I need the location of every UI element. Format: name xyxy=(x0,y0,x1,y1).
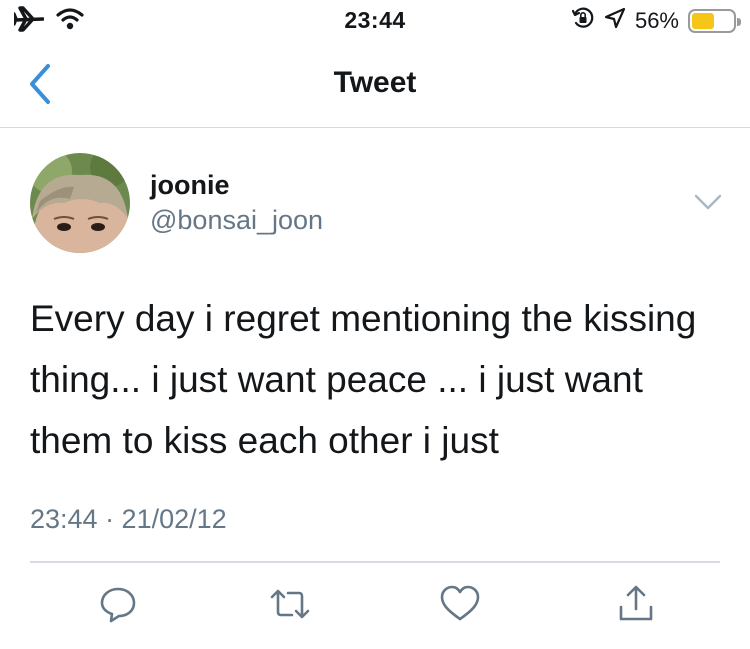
nav-bar: Tweet xyxy=(0,40,750,128)
status-bar-right: 56% xyxy=(571,6,741,36)
like-icon xyxy=(440,585,480,621)
share-button[interactable] xyxy=(614,582,658,626)
reply-icon xyxy=(100,587,136,623)
battery-tip xyxy=(737,18,741,26)
like-button[interactable] xyxy=(438,582,482,626)
more-options-button[interactable] xyxy=(692,190,724,214)
tweet-timestamp: 23:44 · 21/02/12 xyxy=(30,504,227,534)
avatar[interactable] xyxy=(30,153,130,253)
page-title: Tweet xyxy=(333,66,417,99)
status-bar: 23:44 56% xyxy=(0,0,750,40)
tweet-text: Every day i regret mentioning the kissin… xyxy=(30,298,697,461)
share-icon xyxy=(619,585,653,621)
location-icon xyxy=(604,7,626,35)
display-name[interactable]: joonie xyxy=(150,170,230,201)
retweet-icon xyxy=(270,589,310,619)
battery-level xyxy=(692,13,715,29)
orientation-lock-icon xyxy=(571,6,595,36)
divider xyxy=(30,561,720,563)
battery-icon xyxy=(688,9,741,33)
chevron-down-icon xyxy=(694,194,722,210)
username-handle[interactable]: @bonsai_joon xyxy=(150,205,323,236)
reply-button[interactable] xyxy=(96,582,140,626)
battery-percent: 56% xyxy=(634,8,679,33)
retweet-button[interactable] xyxy=(268,582,312,626)
